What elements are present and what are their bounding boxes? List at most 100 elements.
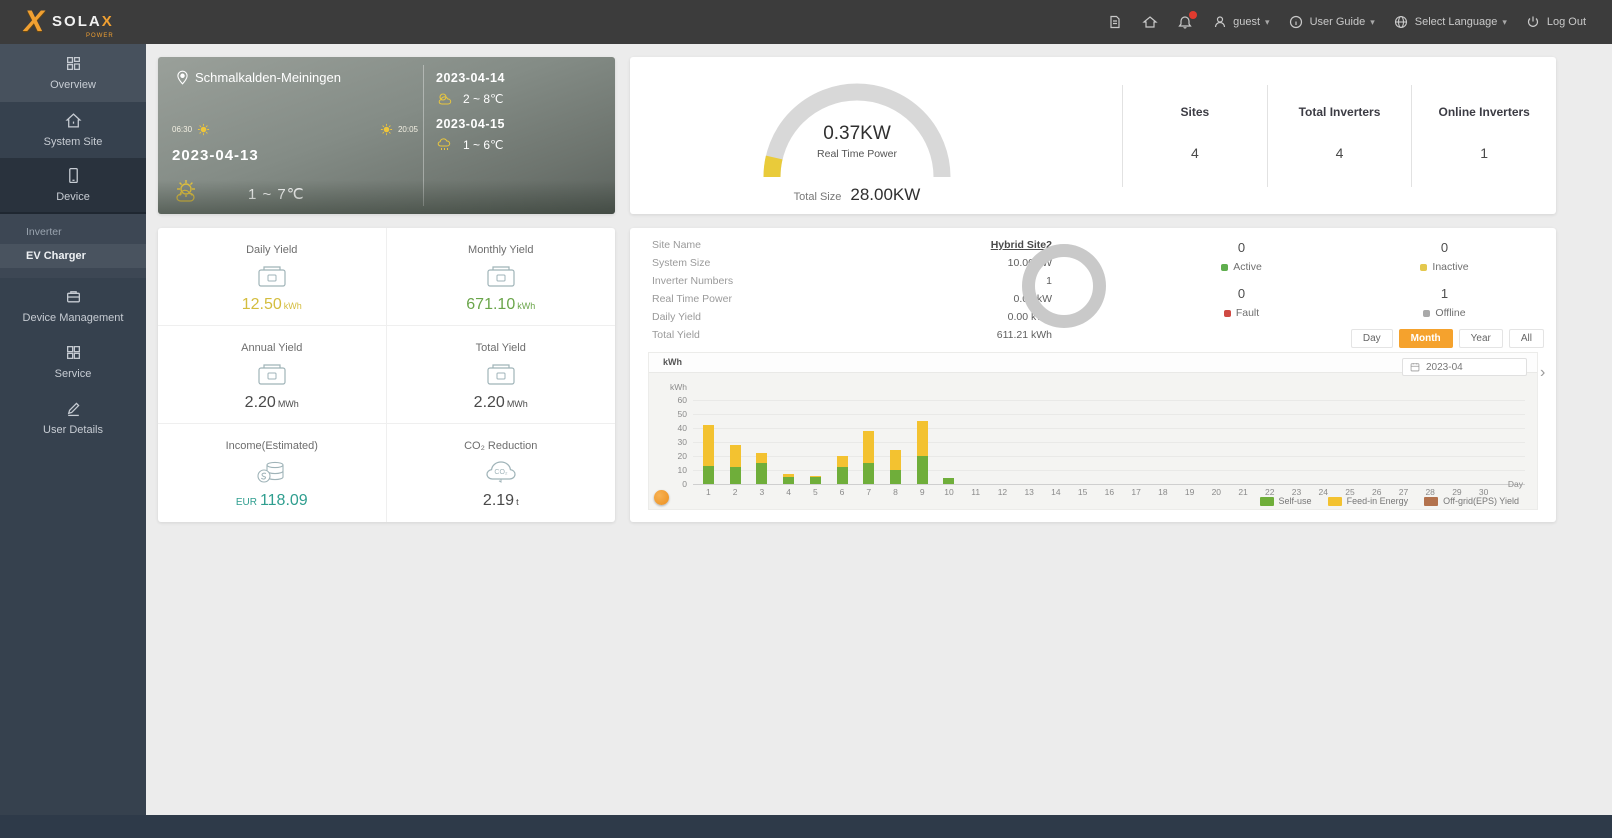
bar-slot-8: 8 xyxy=(882,400,909,497)
bar-self-use-day-8[interactable] xyxy=(890,470,901,484)
brand-logo[interactable]: X SOLAX POWER xyxy=(24,7,114,40)
sidebar-item-service[interactable]: Service xyxy=(0,334,146,390)
sidebar-item-overview[interactable]: Overview xyxy=(0,44,146,102)
status-label: Active xyxy=(1233,261,1262,273)
bar-self-use-day-9[interactable] xyxy=(916,456,928,484)
bar-feed-in-energy-day-2[interactable] xyxy=(729,444,741,468)
bar-slot-1: 1 xyxy=(695,400,722,497)
bar-slot-7: 7 xyxy=(855,400,882,497)
date-picker[interactable]: 2023-04 xyxy=(1402,358,1527,376)
yield-value: 2.19 t xyxy=(483,492,519,510)
report-icon[interactable] xyxy=(1106,14,1123,31)
y-tick-label: 60 xyxy=(677,395,687,405)
bar-feed-in-energy-day-9[interactable] xyxy=(916,421,928,456)
period-toggle: Day Month Year All xyxy=(1350,329,1544,348)
status-label-line: Offline xyxy=(1343,307,1546,319)
y-tick-label: 0 xyxy=(682,479,687,489)
chevron-down-icon: ▾ xyxy=(1502,16,1507,27)
status-dot xyxy=(1423,309,1431,317)
tab-kwh[interactable]: kWh xyxy=(663,357,682,367)
bar-feed-in-energy-day-8[interactable] xyxy=(890,450,901,470)
site-detail-panel: Site Name Hybrid Site2 System Size 10.00 kW… xyxy=(630,228,1556,522)
notification-bell-icon[interactable] xyxy=(1176,10,1198,31)
yield-label: Monthly Yield xyxy=(468,243,534,256)
bar-slot-13: 13 xyxy=(1016,400,1043,497)
bar-self-use-day-7[interactable] xyxy=(863,463,875,484)
partly-cloudy-icon xyxy=(172,177,204,207)
user-icon xyxy=(1211,14,1228,31)
status-label: Offline xyxy=(1435,307,1466,319)
sidebar-item-device[interactable]: Device xyxy=(0,158,146,214)
logout-button[interactable]: Log Out xyxy=(1525,14,1586,31)
x-tick-label: 15 xyxy=(1077,487,1088,497)
language-menu[interactable]: Select Language ▾ xyxy=(1393,14,1507,31)
bar-feed-in-energy-day-6[interactable] xyxy=(836,456,848,468)
bar-self-use-day-5[interactable] xyxy=(809,477,821,484)
sidebar-item-user-details[interactable]: User Details xyxy=(0,390,146,446)
overview-icon xyxy=(66,57,80,70)
status-offline: 1 Offline xyxy=(1343,280,1546,326)
yield-value: 671.10 kWh xyxy=(466,296,535,314)
home-icon[interactable] xyxy=(1141,14,1158,31)
legend-item-feed-in-energy[interactable]: Feed-in Energy xyxy=(1327,496,1408,506)
stat-label: Sites xyxy=(1180,105,1210,119)
sidebar-item-system-site[interactable]: System Site xyxy=(0,102,146,158)
bar-self-use-day-1[interactable] xyxy=(702,465,714,484)
bar-feed-in-energy-day-3[interactable] xyxy=(756,453,768,463)
detail-label: System Size xyxy=(652,257,711,269)
sidebar-subitem-inverter[interactable]: Inverter xyxy=(0,220,146,244)
total-size-value: 28.00KW xyxy=(850,185,921,204)
x-tick-label: 20 xyxy=(1211,487,1222,497)
x-axis-line xyxy=(693,484,1525,485)
bar-feed-in-energy-day-7[interactable] xyxy=(863,430,875,463)
user-guide-menu[interactable]: User Guide ▾ xyxy=(1288,14,1375,31)
floating-helper-button[interactable] xyxy=(654,490,669,505)
bar-self-use-day-6[interactable] xyxy=(836,467,848,484)
notification-badge xyxy=(1189,10,1198,19)
expand-chevron-icon[interactable]: › xyxy=(1540,364,1545,382)
info-icon xyxy=(1288,14,1305,31)
status-count: 0 xyxy=(1237,240,1246,255)
yield-number: 671.10 xyxy=(466,295,516,313)
weather-location: Schmalkalden-Meiningen xyxy=(176,70,341,85)
bar-slot-11: 11 xyxy=(962,400,989,497)
legend-item-self-use[interactable]: Self-use xyxy=(1259,496,1312,506)
bar-self-use-day-4[interactable] xyxy=(783,477,795,484)
stat-online-inverters: Online Inverters 1 xyxy=(1411,85,1556,187)
yield-card-income-estimated-: Income(Estimated) EUR 118.09 xyxy=(158,424,387,522)
bar-slot-26: 26 xyxy=(1363,400,1390,497)
yield-label: Daily Yield xyxy=(246,243,298,256)
site-detail-row: Site Name Hybrid Site2 xyxy=(652,236,1052,254)
sun-icon xyxy=(197,123,210,136)
bar-self-use-day-3[interactable] xyxy=(756,463,768,484)
period-tab-month[interactable]: Month xyxy=(1398,329,1453,348)
y-tick-label: 10 xyxy=(677,465,687,475)
bar-feed-in-energy-day-1[interactable] xyxy=(702,425,714,466)
bar-slot-14: 14 xyxy=(1043,400,1070,497)
bar-slot-21: 21 xyxy=(1230,400,1257,497)
x-tick-label: 14 xyxy=(1051,487,1061,497)
yield-card-monthly-yield: Monthly Yield 671.10 kWh xyxy=(386,228,615,326)
sidebar: Overview System Site Device Inverter EV Char… xyxy=(0,44,146,815)
sidebar-item-device-management[interactable]: Device Management xyxy=(0,278,146,334)
period-tab-year[interactable]: Year xyxy=(1458,329,1503,348)
sidebar-subitem-ev-charger[interactable]: EV Charger xyxy=(0,244,146,268)
forecast-date: 2023-04-14 xyxy=(436,71,505,85)
bar-slot-2: 2 xyxy=(722,400,749,497)
detail-label: Site Name xyxy=(652,239,702,251)
yield-label: Annual Yield xyxy=(241,341,303,354)
bar-self-use-day-2[interactable] xyxy=(729,467,741,484)
bar-self-use-day-10[interactable] xyxy=(943,478,955,484)
period-tab-day[interactable]: Day xyxy=(1350,329,1393,348)
period-tab-all[interactable]: All xyxy=(1508,329,1544,348)
x-tick-label: 4 xyxy=(786,487,791,497)
stat-value: 1 xyxy=(1480,145,1489,161)
status-fault: 0 Fault xyxy=(1140,280,1343,326)
brand-subtitle: POWER xyxy=(86,33,114,39)
bar-slot-10: 10 xyxy=(936,400,963,497)
legend-item-off-grid-eps-yield[interactable]: Off-grid(EPS) Yield xyxy=(1424,496,1519,506)
status-dot xyxy=(1420,263,1428,271)
logout-label: Log Out xyxy=(1546,16,1586,28)
x-tick-label: 3 xyxy=(759,487,765,497)
user-menu[interactable]: guest ▾ xyxy=(1211,14,1270,31)
